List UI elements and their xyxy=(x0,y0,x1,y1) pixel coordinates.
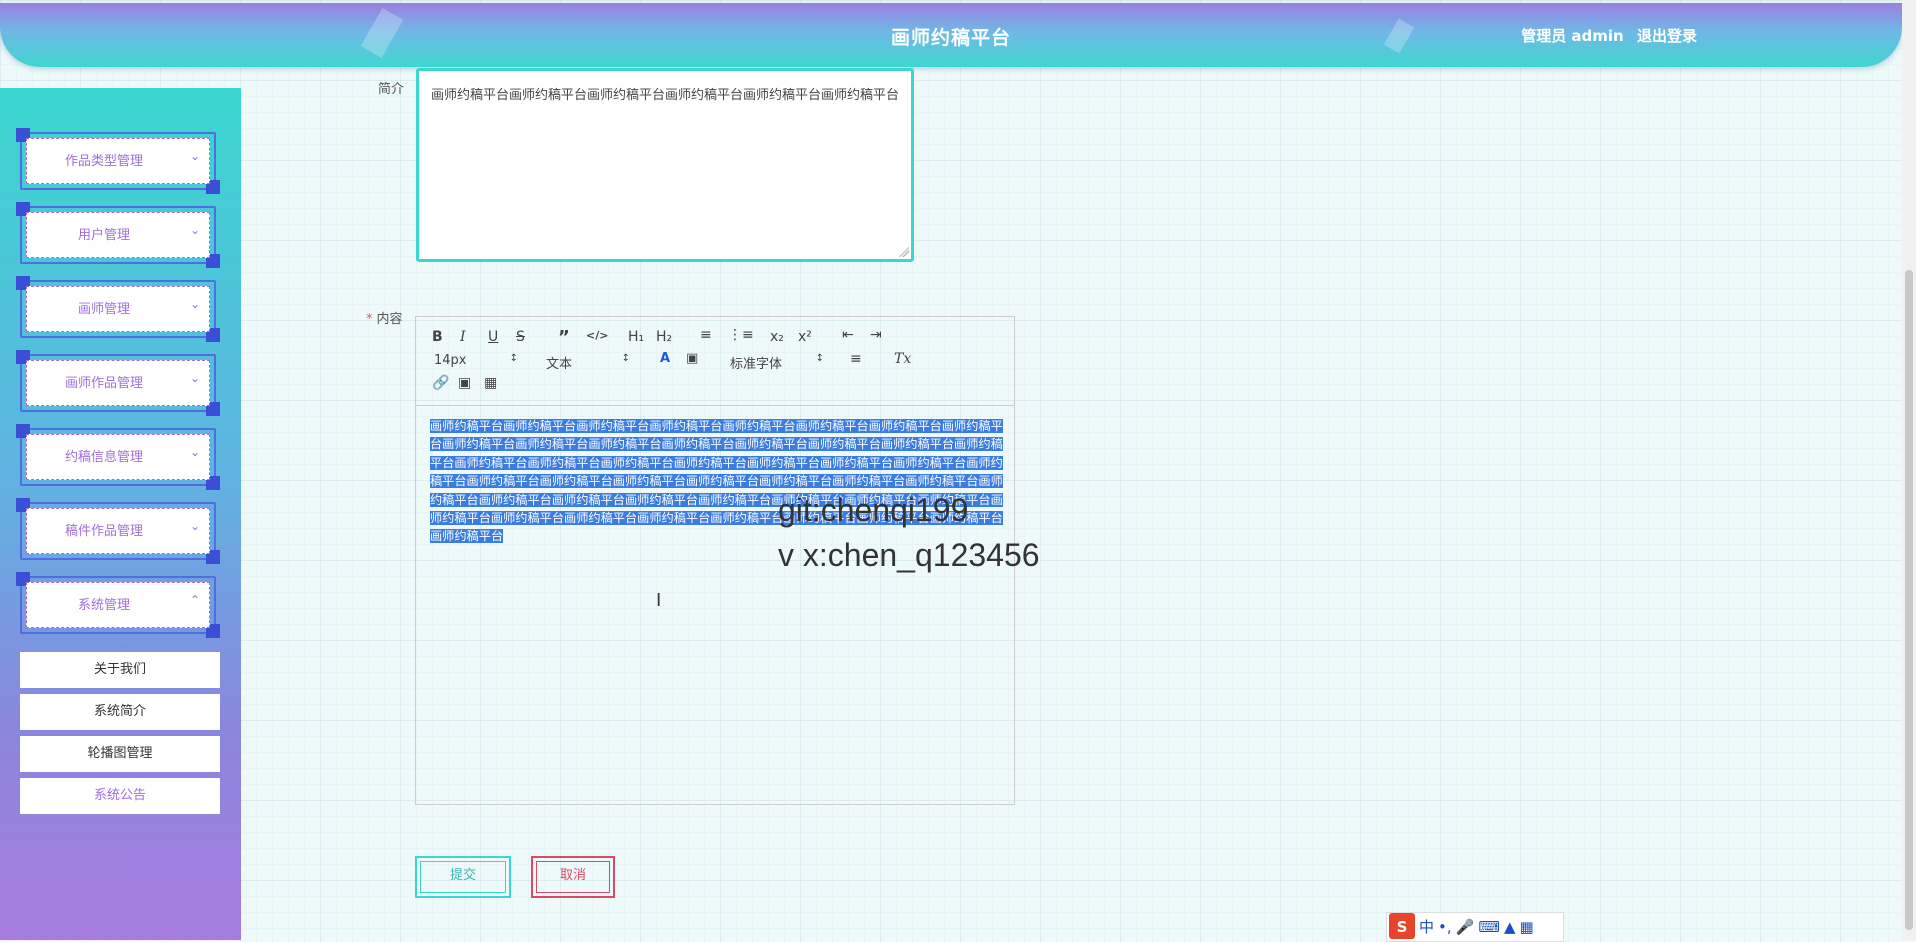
sidebar-item-work-type[interactable]: 作品类型管理 ⌄ xyxy=(16,128,220,194)
select-arrow-icon: ↕ xyxy=(815,353,824,364)
sidebar-item-label: 稿件作品管理 xyxy=(64,524,143,539)
user-role: 管理员 admin xyxy=(1521,27,1624,45)
sidebar-item-artist-works[interactable]: 画师作品管理 ⌄ xyxy=(16,350,220,416)
bold-button[interactable]: B xyxy=(432,329,443,345)
chevron-down-icon: ⌄ xyxy=(189,149,200,163)
sidebar-subitem-carousel[interactable]: 轮播图管理 xyxy=(20,736,220,772)
font-size-value: 14px xyxy=(434,353,467,368)
microphone-icon[interactable]: 🎤 xyxy=(1456,918,1475,936)
bullet-list-icon[interactable]: ⋮≡ xyxy=(728,327,754,343)
sidebar-item-label: 用户管理 xyxy=(77,228,130,243)
chevron-down-icon: ⌄ xyxy=(189,223,200,237)
sidebar-item-label: 画师作品管理 xyxy=(64,376,143,391)
underline-button[interactable]: U xyxy=(488,329,498,345)
select-arrow-icon: ↕ xyxy=(509,353,518,364)
submit-button[interactable]: 提交 xyxy=(415,856,511,898)
background-color-icon[interactable]: ▣ xyxy=(686,351,698,366)
chevron-up-icon: ⌃ xyxy=(189,593,200,607)
sidebar-item-label: 作品类型管理 xyxy=(64,154,143,169)
sidebar-item-users[interactable]: 用户管理 ⌄ xyxy=(16,202,220,268)
sidebar: 作品类型管理 ⌄ 用户管理 ⌄ 画师管理 ⌄ 画师作品管理 ⌄ 约稿信息管理 ⌄… xyxy=(0,88,241,940)
resize-handle-icon[interactable] xyxy=(899,247,909,257)
strike-button[interactable]: S xyxy=(516,329,525,345)
sidebar-subitem-notice[interactable]: 系统公告 xyxy=(20,778,220,814)
user-area: 管理员 admin 退出登录 xyxy=(1513,25,1697,46)
intro-textarea[interactable]: 画师约稿平台画师约稿平台画师约稿平台画师约稿平台画师约稿平台画师约稿平台 xyxy=(416,68,914,262)
font-family-select[interactable]: 标准字体 ↕ xyxy=(730,353,824,372)
chevron-down-icon: ⌄ xyxy=(189,297,200,311)
outdent-icon[interactable]: ⇤ xyxy=(842,327,854,343)
text-type-value: 文本 xyxy=(546,357,573,372)
content-label-text: 内容 xyxy=(376,312,403,327)
intro-text: 画师约稿平台画师约稿平台画师约稿平台画师约稿平台画师约稿平台画师约稿平台 xyxy=(431,88,900,103)
image-icon[interactable]: ▣ xyxy=(458,375,471,391)
code-icon[interactable]: </> xyxy=(586,329,608,342)
sogou-logo-icon: S xyxy=(1389,913,1415,939)
text-type-select[interactable]: 文本 ↕ xyxy=(546,353,630,372)
chevron-down-icon: ⌄ xyxy=(189,371,200,385)
content-label: * 内容 xyxy=(366,308,403,327)
chevron-down-icon: ⌄ xyxy=(189,519,200,533)
ime-lang[interactable]: 中 xyxy=(1419,918,1434,936)
intro-label: 简介 xyxy=(378,82,405,97)
link-icon[interactable]: 🔗 xyxy=(432,375,449,391)
scrollbar-thumb[interactable] xyxy=(1905,270,1913,930)
clear-format-button[interactable]: Tx xyxy=(894,351,911,367)
cancel-button[interactable]: 取消 xyxy=(531,856,615,898)
text-cursor-icon: I xyxy=(656,590,662,611)
sidebar-subitem-about[interactable]: 关于我们 xyxy=(20,652,220,688)
sidebar-item-label: 系统管理 xyxy=(77,598,130,613)
keyboard-icon[interactable]: ⌨ xyxy=(1478,918,1500,936)
top-header: 画师约稿平台 管理员 admin 退出登录 xyxy=(0,3,1902,67)
subscript-button[interactable]: x₂ xyxy=(770,329,784,345)
sidebar-item-label: 约稿信息管理 xyxy=(64,450,143,465)
ime-toolbar[interactable]: S 中 •, 🎤 ⌨ ▲ ▦ xyxy=(1386,912,1564,942)
ordered-list-icon[interactable]: ≡ xyxy=(700,327,712,343)
italic-button[interactable]: I xyxy=(460,329,466,345)
sidebar-item-system[interactable]: 系统管理 ⌃ xyxy=(16,572,220,638)
video-icon[interactable]: ▦ xyxy=(484,375,497,391)
font-color-button[interactable]: A xyxy=(660,351,670,366)
h2-button[interactable]: H₂ xyxy=(656,329,672,345)
toolbox-icon[interactable]: ▦ xyxy=(1520,918,1534,936)
required-mark: * xyxy=(366,312,373,327)
chevron-down-icon: ⌄ xyxy=(189,445,200,459)
sidebar-item-artists[interactable]: 画师管理 ⌄ xyxy=(16,276,220,342)
indent-icon[interactable]: ⇥ xyxy=(870,327,882,343)
quote-icon[interactable]: ” xyxy=(558,327,570,348)
font-family-value: 标准字体 xyxy=(730,357,783,372)
editor-toolbar: B I U S ” </> H₁ H₂ ≡ ⋮≡ x₂ x² ⇤ ⇥ 14px ↕… xyxy=(416,317,1014,406)
overlay-text-vx: v x:chen_q123456 xyxy=(778,537,1040,573)
sidebar-item-submissions[interactable]: 稿件作品管理 ⌄ xyxy=(16,498,220,564)
font-size-select[interactable]: 14px ↕ xyxy=(434,353,518,368)
ime-punct[interactable]: •, xyxy=(1438,918,1452,936)
select-arrow-icon: ↕ xyxy=(621,353,630,364)
sidebar-item-label: 画师管理 xyxy=(77,302,130,317)
skin-icon[interactable]: ▲ xyxy=(1504,918,1516,936)
logout-link[interactable]: 退出登录 xyxy=(1637,27,1697,45)
overlay-text-git: git:chenqi199 xyxy=(778,492,969,528)
h1-button[interactable]: H₁ xyxy=(628,329,644,345)
sidebar-item-commissions[interactable]: 约稿信息管理 ⌄ xyxy=(16,424,220,490)
sidebar-subitem-intro[interactable]: 系统简介 xyxy=(20,694,220,730)
page-scrollbar[interactable] xyxy=(1902,0,1916,940)
superscript-button[interactable]: x² xyxy=(798,329,812,345)
align-icon[interactable]: ≡ xyxy=(850,351,862,367)
